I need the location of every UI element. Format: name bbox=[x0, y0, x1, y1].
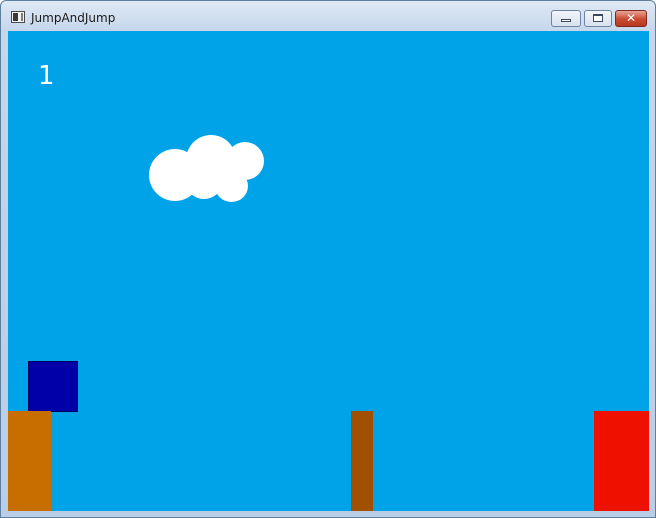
app-window: JumpAndJump ✕ 1 bbox=[0, 0, 656, 518]
maximize-icon bbox=[593, 14, 603, 22]
platform-left bbox=[8, 411, 51, 511]
close-button[interactable]: ✕ bbox=[615, 10, 647, 27]
minimize-icon bbox=[561, 19, 571, 22]
title-bar[interactable]: JumpAndJump ✕ bbox=[1, 1, 655, 31]
minimize-button[interactable] bbox=[551, 10, 581, 27]
player-block bbox=[28, 361, 78, 412]
window-title: JumpAndJump bbox=[31, 11, 116, 25]
game-canvas[interactable]: 1 bbox=[8, 31, 649, 511]
maximize-button[interactable] bbox=[584, 10, 612, 27]
platform-right bbox=[594, 411, 649, 511]
cloud bbox=[8, 31, 649, 511]
platform-middle bbox=[351, 411, 373, 511]
app-icon bbox=[11, 11, 25, 23]
close-icon: ✕ bbox=[625, 11, 637, 25]
